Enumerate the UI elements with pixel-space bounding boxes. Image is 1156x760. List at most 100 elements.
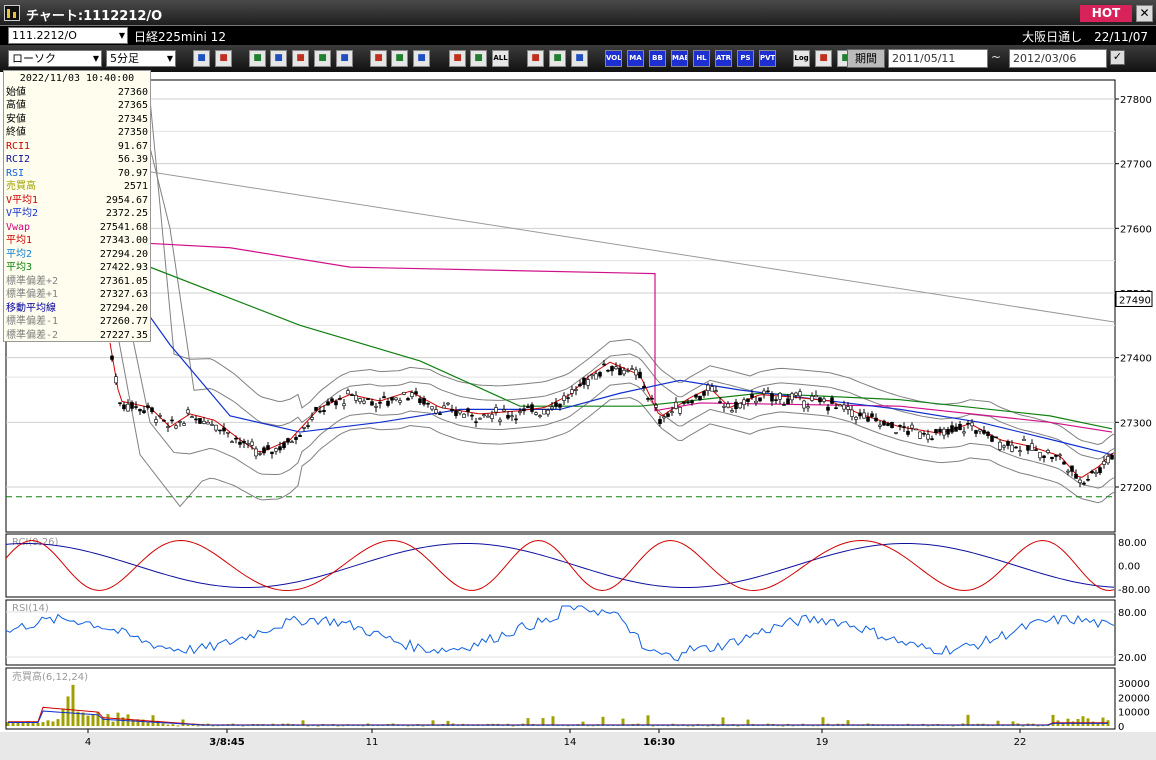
close-button[interactable]: ✕ bbox=[1136, 5, 1153, 22]
hot-button[interactable]: HOT bbox=[1080, 5, 1132, 22]
candle-body bbox=[1070, 465, 1074, 472]
candle-body bbox=[1046, 450, 1050, 453]
date-from-field[interactable]: 2011/05/11 bbox=[888, 49, 988, 68]
candle-body bbox=[1062, 461, 1066, 465]
candle-body bbox=[894, 432, 898, 434]
candle-body bbox=[1110, 454, 1114, 460]
toolbar-atr-button[interactable]: ATR bbox=[715, 50, 732, 67]
volume-bar bbox=[151, 715, 155, 726]
candle2-icon: ■ bbox=[474, 53, 483, 63]
candle-body bbox=[722, 405, 726, 408]
candle-body bbox=[854, 416, 858, 420]
search-button[interactable]: ■ bbox=[270, 50, 287, 67]
toolbar-vol-button[interactable]: VOL bbox=[605, 50, 622, 67]
volume-bar bbox=[66, 696, 70, 726]
warn-icon: ■ bbox=[340, 53, 349, 63]
warn-button[interactable]: ■ bbox=[336, 50, 353, 67]
bars-button[interactable]: ■ bbox=[292, 50, 309, 67]
candle-body bbox=[190, 416, 194, 419]
chart-type-value: ローソク bbox=[12, 52, 56, 65]
brush-button[interactable]: ■ bbox=[549, 50, 566, 67]
toolbar-hl-button[interactable]: HL bbox=[693, 50, 710, 67]
candle-body bbox=[670, 411, 674, 413]
info-row: 標準偏差-2 27227.35 bbox=[6, 329, 148, 343]
toolbar-bb-button[interactable]: BB bbox=[649, 50, 666, 67]
candle-body bbox=[878, 424, 882, 427]
rsi-label: RSI(14) bbox=[12, 603, 49, 614]
volume-bar bbox=[41, 722, 45, 726]
info-row: Vwap 27541.68 bbox=[6, 221, 148, 235]
toolbar-ma-button[interactable]: MA bbox=[627, 50, 644, 67]
volume-bar bbox=[406, 725, 410, 727]
candle-body bbox=[646, 398, 650, 400]
screen-button[interactable]: ■ bbox=[815, 50, 832, 67]
rsi-tick-label: 20.00 bbox=[1118, 653, 1147, 664]
undo-button[interactable]: ■ bbox=[413, 50, 430, 67]
candle-body bbox=[446, 402, 450, 405]
pencil-button[interactable]: ■ bbox=[370, 50, 387, 67]
chart-canvas[interactable]: 2780027700276002750027400273002720043/8:… bbox=[0, 72, 1156, 760]
candle-body bbox=[306, 425, 310, 427]
toolbar-ps-button[interactable]: PS bbox=[737, 50, 754, 67]
zoom-button[interactable]: ■ bbox=[193, 50, 210, 67]
palette-icon: ■ bbox=[575, 53, 584, 63]
candle-body bbox=[802, 400, 806, 409]
candle-body bbox=[794, 392, 798, 396]
toolbar-all-button[interactable]: ALL bbox=[492, 50, 509, 67]
candle-body bbox=[474, 421, 478, 424]
candle-body bbox=[1002, 445, 1006, 448]
symbol-code-select[interactable]: 111.2212/O ▼ bbox=[8, 27, 128, 44]
chart-type-select[interactable]: ローソク ▼ bbox=[8, 50, 102, 67]
rci-label: RCI(9,26) bbox=[12, 537, 59, 548]
candle-body bbox=[642, 385, 646, 389]
toolbar-mae-button[interactable]: MAE bbox=[671, 50, 688, 67]
candle-body bbox=[498, 419, 502, 422]
candle-body bbox=[606, 369, 610, 372]
candle-body bbox=[890, 422, 894, 428]
candle2-button[interactable]: ■ bbox=[470, 50, 487, 67]
candle-body bbox=[170, 419, 174, 422]
chart-area[interactable]: 2780027700276002750027400273002720043/8:… bbox=[0, 72, 1156, 760]
time-tick-label: 11 bbox=[366, 737, 379, 748]
info-label: 始値 bbox=[6, 86, 26, 98]
candle-body bbox=[662, 416, 666, 419]
interval-select[interactable]: 5分足 ▼ bbox=[106, 50, 176, 67]
candle-body bbox=[522, 408, 526, 412]
candle-body bbox=[806, 406, 810, 409]
info-value: 27345 bbox=[117, 113, 148, 125]
grid-button[interactable]: ■ bbox=[215, 50, 232, 67]
toolbar-pvt-button[interactable]: PVT bbox=[759, 50, 776, 67]
candle-body bbox=[774, 399, 778, 401]
cursor-button[interactable]: ■ bbox=[391, 50, 408, 67]
candle-body bbox=[278, 446, 282, 451]
volume-bar bbox=[951, 725, 955, 727]
time-tick-label: 3/8:45 bbox=[209, 737, 245, 748]
candle-body bbox=[582, 377, 586, 385]
volume-bar bbox=[51, 721, 55, 726]
arrows-button[interactable]: ■ bbox=[314, 50, 331, 67]
price-tick-label: 27700 bbox=[1120, 160, 1152, 171]
candle-body bbox=[926, 434, 930, 440]
date-to-field[interactable]: 2012/03/06 bbox=[1009, 49, 1107, 68]
info-label: 売買高 bbox=[6, 181, 36, 192]
apply-check-icon[interactable]: ✓ bbox=[1110, 50, 1125, 65]
candle-body bbox=[550, 406, 554, 410]
cross-icon: ■ bbox=[253, 53, 262, 63]
candle-body bbox=[850, 409, 854, 417]
candle1-button[interactable]: ■ bbox=[449, 50, 466, 67]
volume-bar bbox=[241, 725, 245, 727]
toolbar-log-button[interactable]: Log bbox=[793, 50, 810, 67]
candle-body bbox=[590, 374, 594, 377]
candle-body bbox=[962, 431, 966, 434]
candle-body bbox=[866, 416, 870, 422]
info-value: 27422.93 bbox=[99, 262, 148, 273]
gear-button[interactable]: ■ bbox=[527, 50, 544, 67]
candle-body bbox=[542, 409, 546, 415]
cross-button[interactable]: ■ bbox=[249, 50, 266, 67]
candle-body bbox=[530, 404, 534, 412]
candle-body bbox=[770, 393, 774, 402]
palette-button[interactable]: ■ bbox=[571, 50, 588, 67]
candle-body bbox=[654, 404, 658, 408]
gear-icon: ■ bbox=[531, 53, 540, 63]
candle-body bbox=[110, 355, 114, 360]
